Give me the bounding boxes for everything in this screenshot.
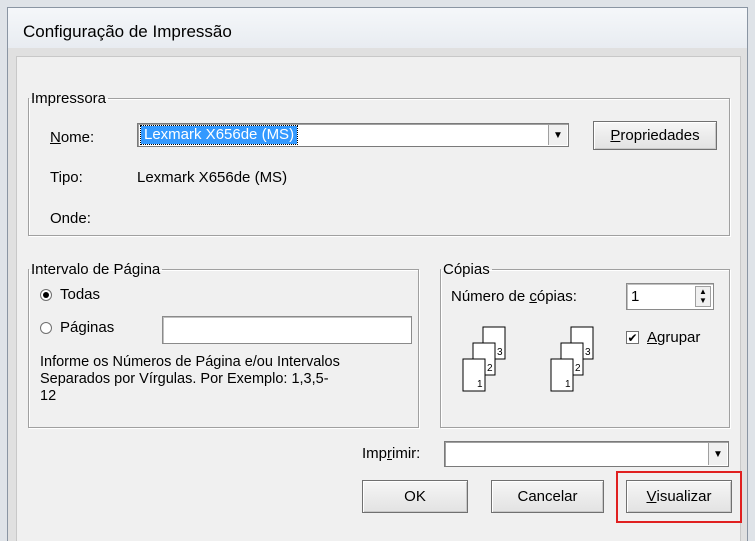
- spinner-arrows-icon[interactable]: ▲ ▼: [695, 286, 711, 307]
- window-title: Configuração de Impressão: [23, 22, 232, 41]
- page-range-hint: Informe os Números de Página e/ou Interv…: [40, 354, 340, 404]
- collate-checkbox[interactable]: ✔ Agrupar: [626, 329, 700, 346]
- radio-all-button[interactable]: [40, 288, 52, 301]
- printer-type-value: Lexmark X656de (MS): [137, 169, 288, 186]
- dialog-window: Configuração de Impressão Impressora Nom…: [7, 7, 748, 541]
- chevron-down-icon[interactable]: ▼: [708, 443, 727, 465]
- copies-legend: Cópias: [443, 261, 490, 278]
- radio-pages-label: Páginas: [60, 319, 115, 336]
- dialog-client-area: Impressora Nome: Lexmark X656de (MS) ▼ P…: [16, 56, 742, 541]
- chevron-down-icon[interactable]: ▼: [548, 125, 567, 145]
- copies-count-label: Número de cópias:: [451, 288, 577, 305]
- printer-name-label: Nome:: [50, 129, 95, 146]
- collated-pages-icon: 3 2 1: [550, 326, 594, 392]
- svg-text:1: 1: [477, 379, 483, 390]
- svg-text:3: 3: [497, 347, 503, 358]
- radio-all[interactable]: Todas: [40, 286, 100, 303]
- pages-input[interactable]: [162, 316, 412, 344]
- highlight-box: [616, 471, 742, 523]
- printer-name-select[interactable]: Lexmark X656de (MS) ▼: [137, 123, 569, 147]
- svg-text:3: 3: [585, 347, 591, 358]
- radio-pages-button[interactable]: [40, 321, 52, 334]
- ok-button[interactable]: OK: [362, 480, 468, 513]
- printer-type-label: Tipo:: [50, 169, 83, 186]
- collate-label: Agrupar: [647, 329, 701, 346]
- uncollated-pages-icon: 3 2 1: [462, 326, 506, 392]
- properties-button[interactable]: Propriedades: [593, 121, 717, 150]
- printer-group-legend: Impressora: [31, 90, 107, 107]
- copies-count-spinner[interactable]: 1 ▲ ▼: [626, 283, 714, 310]
- title-bar: Configuração de Impressão: [8, 8, 747, 56]
- print-label: Imprimir:: [362, 445, 421, 462]
- copies-count-value: 1: [631, 288, 640, 305]
- print-select[interactable]: ▼: [444, 441, 729, 467]
- svg-text:1: 1: [565, 379, 571, 390]
- properties-button-label: ropriedades: [620, 127, 700, 144]
- printer-where-label: Onde:: [50, 210, 91, 227]
- radio-pages[interactable]: Páginas: [40, 319, 114, 336]
- svg-text:2: 2: [575, 363, 581, 374]
- svg-text:2: 2: [487, 363, 493, 374]
- printer-group: Impressora: [28, 90, 730, 236]
- cancel-button[interactable]: Cancelar: [491, 480, 604, 513]
- checkmark-icon[interactable]: ✔: [626, 331, 639, 344]
- printer-name-value: Lexmark X656de (MS): [139, 125, 299, 145]
- radio-all-label: Todas: [60, 286, 101, 303]
- page-range-legend: Intervalo de Página: [31, 261, 161, 278]
